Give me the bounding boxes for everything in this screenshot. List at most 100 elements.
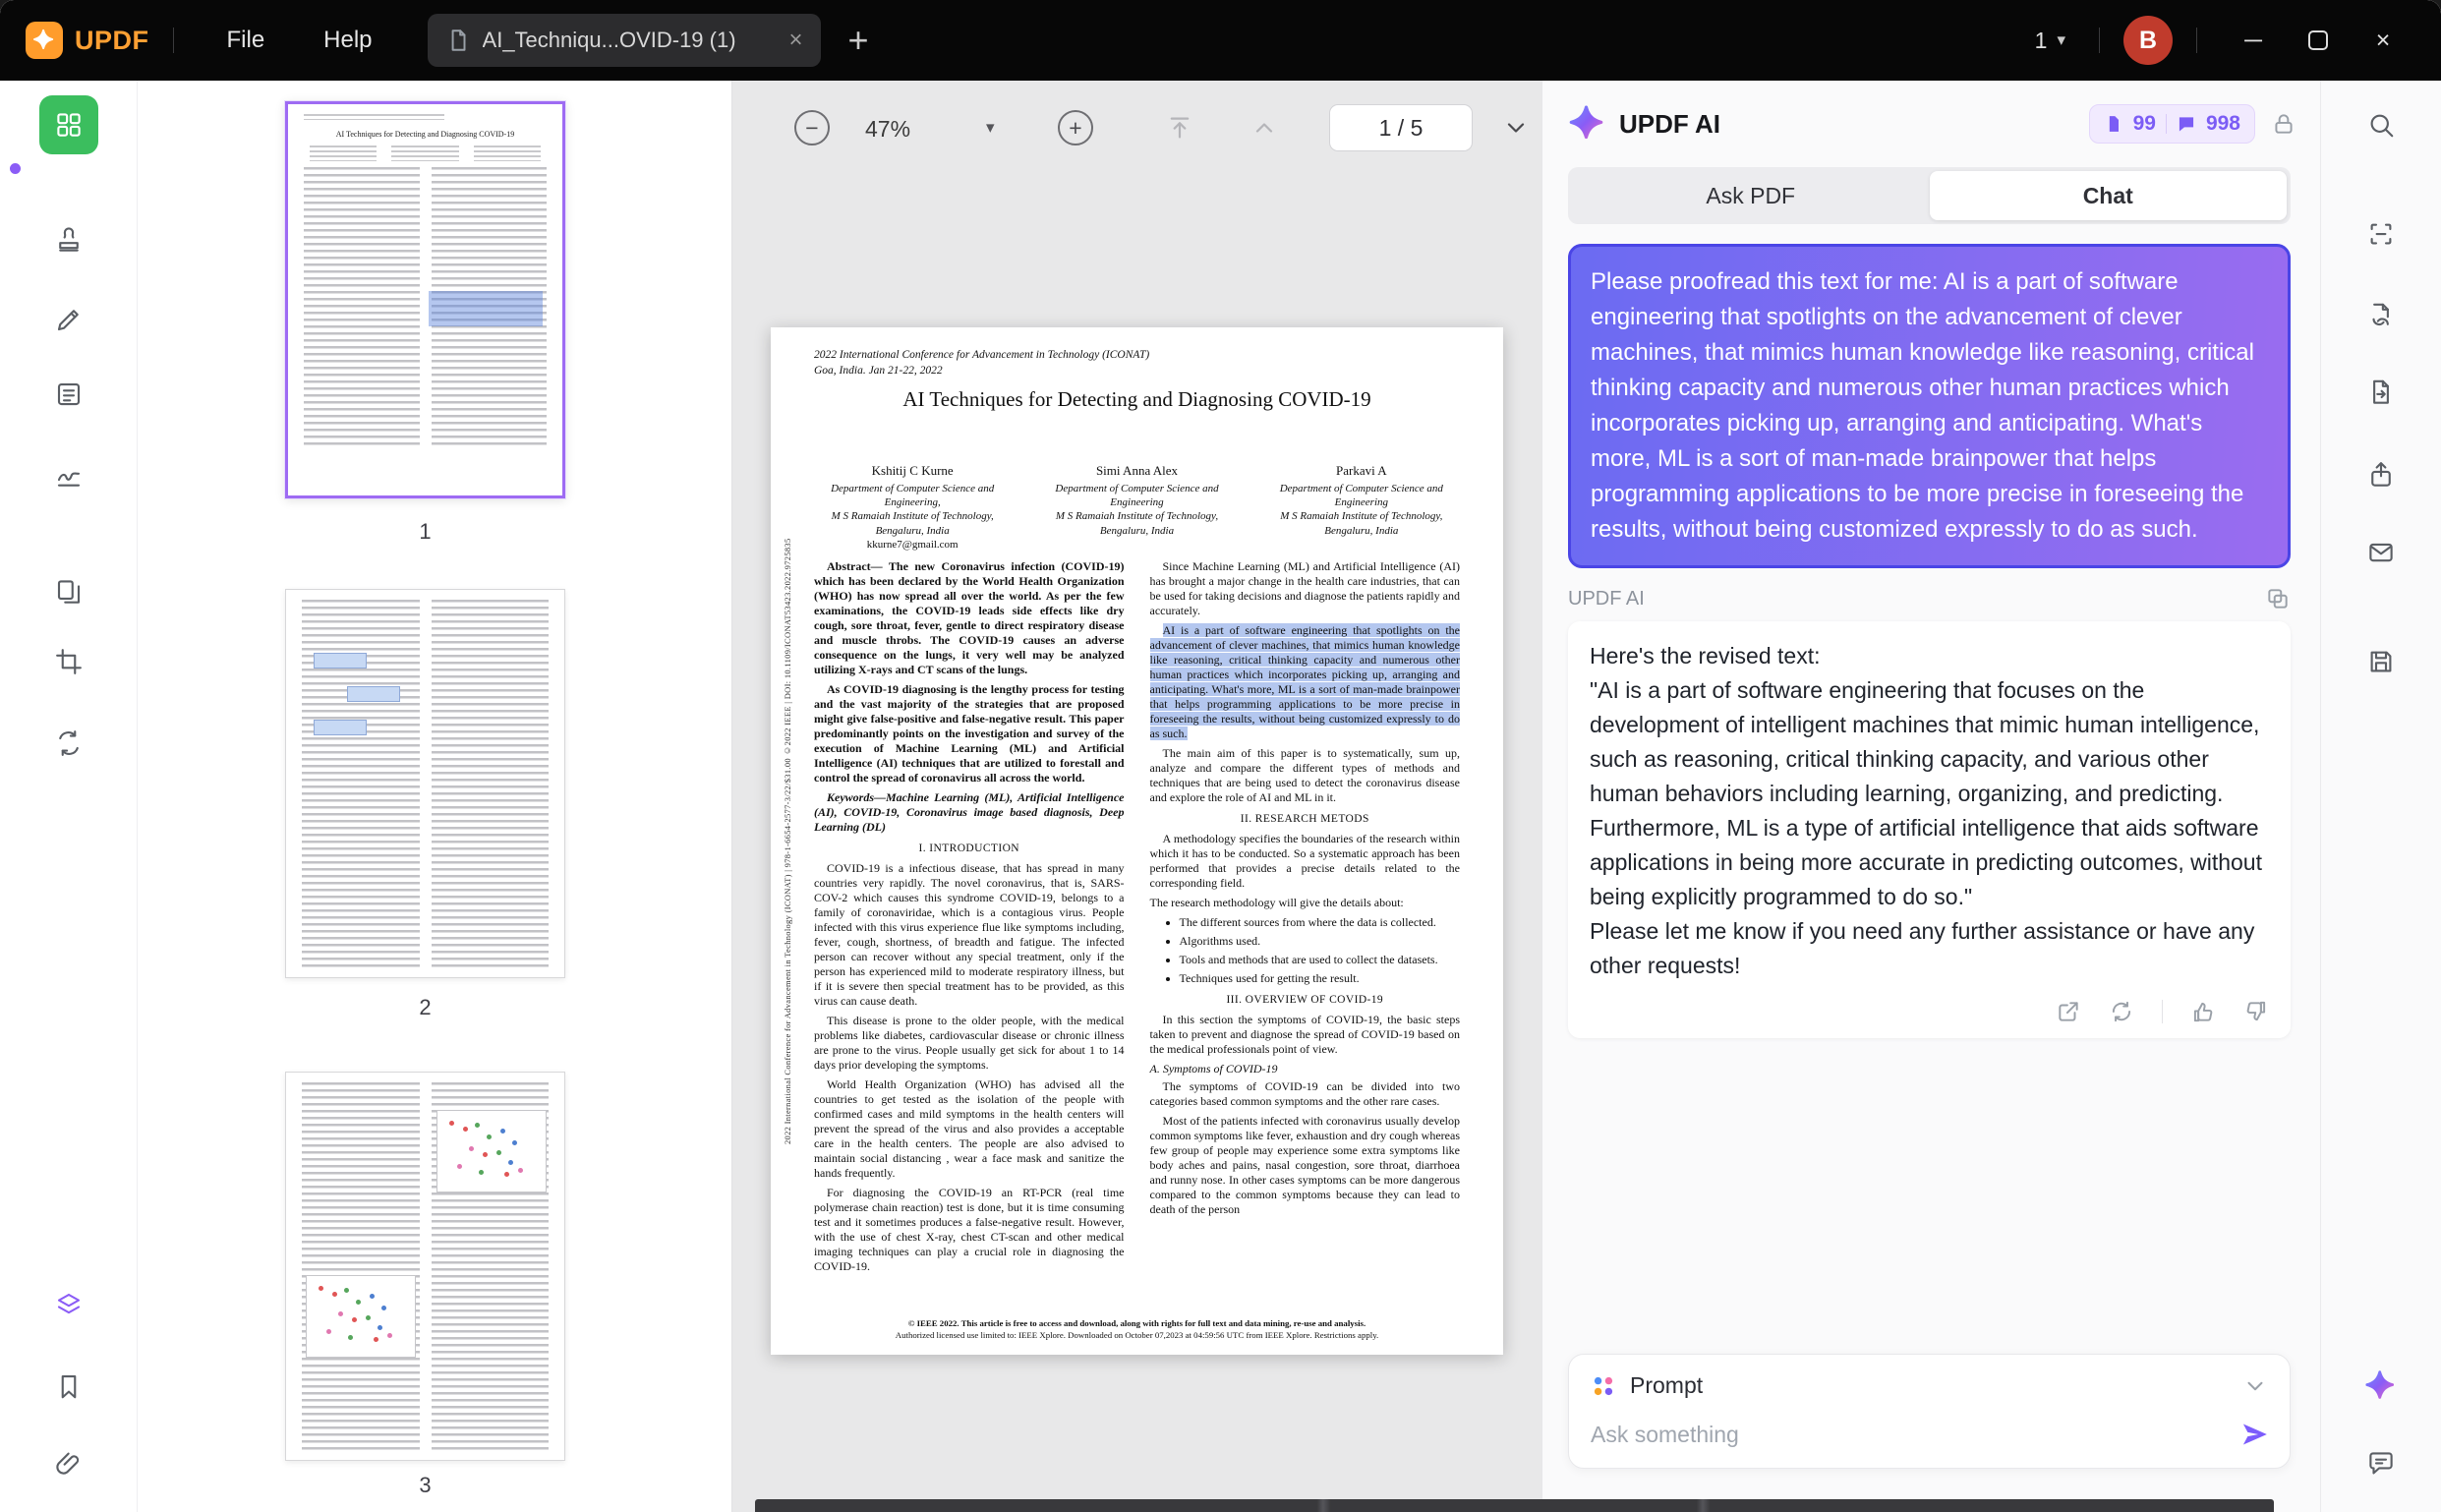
section-heading: II. RESEARCH METODS <box>1240 813 1369 825</box>
extract-pages-button[interactable] <box>2352 363 2411 422</box>
document-tab[interactable]: AI_Techniqu...OVID-19 (1) × <box>427 14 821 67</box>
conference-line: Goa, India. Jan 21-22, 2022 <box>814 365 943 378</box>
minimize-button[interactable]: ─ <box>2221 0 2286 81</box>
zoom-level[interactable]: 47% <box>865 116 910 143</box>
attachment-button[interactable] <box>39 1434 98 1493</box>
layers-button[interactable] <box>39 1275 98 1334</box>
thumbnail-preview: AI Techniques for Detecting and Diagnosi… <box>288 104 562 495</box>
chevron-down-icon <box>1507 123 1525 133</box>
bookmark-button[interactable] <box>39 1357 98 1416</box>
share-button[interactable] <box>2352 445 2411 504</box>
page-thumbnail-3[interactable] <box>285 1072 565 1461</box>
view-mode-button[interactable] <box>39 95 98 154</box>
comments-panel-button[interactable] <box>2352 1434 2411 1493</box>
user-message-bubble[interactable]: Please proofread this text for me: AI is… <box>1568 244 2291 568</box>
new-tab-button[interactable]: + <box>848 20 869 61</box>
pdf-footer: © IEEE 2022. This article is free to acc… <box>771 1317 1503 1343</box>
menu-help[interactable]: Help <box>294 0 401 81</box>
ai-assistant-button[interactable] <box>2352 1357 2411 1416</box>
prompt-selector[interactable]: Prompt <box>1591 1372 2268 1399</box>
thumbnail-scatter-plot <box>306 1275 416 1358</box>
pdf-paragraph: Abstract— The new Coronavirus infection … <box>814 559 1125 676</box>
tab-ask-pdf[interactable]: Ask PDF <box>1572 171 1930 220</box>
conference-line: 2022 International Conference for Advanc… <box>814 349 1150 361</box>
ask-input[interactable] <box>1591 1421 2227 1448</box>
pdf-paragraph: As COVID-19 diagnosing is the lengthy pr… <box>814 682 1125 785</box>
author-name: Parkavi A <box>1336 463 1387 478</box>
app-logo[interactable]: UPDF <box>26 22 149 59</box>
paper-authors: Kshitij C Kurne Department of Computer S… <box>800 463 1474 552</box>
edit-tool-button[interactable] <box>39 290 98 349</box>
prompt-icon <box>1594 1376 1613 1395</box>
bullet-item: Tools and methods that are used to colle… <box>1180 953 1461 967</box>
footer-line: Authorized licensed use limited to: IEEE… <box>895 1330 1379 1341</box>
tab-chat[interactable]: Chat <box>1929 171 2287 220</box>
zoom-dropdown-caret[interactable]: ▾ <box>986 118 995 138</box>
organize-pages-button[interactable] <box>39 562 98 621</box>
author-block: Parkavi A Department of Computer Science… <box>1250 463 1474 552</box>
author-name: Kshitij C Kurne <box>871 463 954 478</box>
author-affiliation: M S Ramaiah Institute of Technology, <box>831 510 994 523</box>
prompt-label: Prompt <box>1630 1372 1704 1398</box>
thumbnail-preview <box>286 590 564 977</box>
chat-quota: 998 <box>2205 112 2240 135</box>
save-button[interactable] <box>2352 632 2411 691</box>
search-button[interactable] <box>2352 95 2411 154</box>
highlighted-text[interactable]: AI is a part of software engineering tha… <box>1149 623 1460 740</box>
thumbs-down-icon[interactable] <box>2243 999 2269 1024</box>
pdf-paragraph: This disease is prone to the older peopl… <box>814 1014 1125 1072</box>
thumbs-up-icon[interactable] <box>2190 999 2216 1024</box>
pdf-paragraph: Keywords—Machine Learning (ML), Artifici… <box>814 790 1125 834</box>
thumbnail-header-lines <box>304 114 445 120</box>
pdf-right-column: Since Machine Learning (ML) and Artifici… <box>1149 559 1461 1300</box>
divider <box>2196 28 2197 53</box>
zoom-in-button[interactable]: + <box>1058 110 1093 145</box>
next-page-button[interactable] <box>1502 114 1530 142</box>
annotate-tool-button[interactable] <box>39 210 98 269</box>
maximize-button[interactable] <box>2286 0 2351 81</box>
convert-tool-button[interactable] <box>39 714 98 773</box>
convert-file-button[interactable] <box>2352 286 2411 345</box>
crop-tool-button[interactable] <box>39 632 98 691</box>
page-thumbnail-1[interactable]: AI Techniques for Detecting and Diagnosi… <box>285 101 565 498</box>
regenerate-icon[interactable] <box>2109 999 2134 1024</box>
comment-icon <box>2369 1452 2393 1475</box>
author-block: Kshitij C Kurne Department of Computer S… <box>800 463 1024 552</box>
sidebar-indicator-dot <box>10 163 21 174</box>
page-indicator[interactable]: 1 / 5 <box>1329 104 1473 151</box>
prompt-caret[interactable] <box>2242 1373 2268 1399</box>
sign-tool-button[interactable] <box>39 445 98 504</box>
pdf-side-text: 2022 International Conference for Advanc… <box>783 538 792 1144</box>
responder-label: UPDF AI <box>1568 587 1645 610</box>
ask-input-row <box>1591 1421 2268 1448</box>
horizontal-scrollbar[interactable] <box>755 1499 2274 1512</box>
pdf-left-column: Abstract— The new Coronavirus infection … <box>814 559 1125 1300</box>
response-actions <box>1590 999 2269 1024</box>
search-icon <box>2370 114 2394 138</box>
previous-page-button[interactable] <box>1250 114 1278 142</box>
avatar[interactable]: B <box>2123 16 2173 65</box>
tab-close-icon[interactable]: × <box>789 27 803 54</box>
thumbnail-diagram-box <box>347 686 400 702</box>
mail-button[interactable] <box>2352 523 2411 582</box>
page-thumbnail-2[interactable] <box>285 589 565 978</box>
open-in-new-icon[interactable] <box>2056 999 2081 1024</box>
ocr-button[interactable] <box>2352 204 2411 263</box>
form-tool-button[interactable] <box>39 365 98 424</box>
zoom-out-button[interactable]: − <box>794 110 830 145</box>
pdf-paragraph: COVID-19 is a infectious disease, that h… <box>814 861 1125 1008</box>
author-affiliation: Department of Computer Science and Engin… <box>1279 482 1443 509</box>
jump-to-top-button[interactable] <box>1166 114 1193 142</box>
pdf-paragraph: A methodology specifies the boundaries o… <box>1149 832 1461 890</box>
thumbnail-title: AI Techniques for Detecting and Diagnosi… <box>335 130 515 139</box>
paper-title: AI Techniques for Detecting and Diagnosi… <box>902 387 1371 411</box>
copy-response-button[interactable] <box>2265 586 2291 611</box>
send-icon[interactable] <box>2240 1421 2268 1448</box>
window-count-dropdown[interactable]: 1 ▾ <box>2035 28 2065 54</box>
paperclip-icon <box>56 1452 80 1475</box>
menu-file[interactable]: File <box>198 0 295 81</box>
thumbnail-scatter-plot <box>436 1110 547 1192</box>
thumbnail-label: 1 <box>419 519 432 544</box>
close-button[interactable]: × <box>2351 0 2415 81</box>
layers-icon <box>57 1293 81 1314</box>
